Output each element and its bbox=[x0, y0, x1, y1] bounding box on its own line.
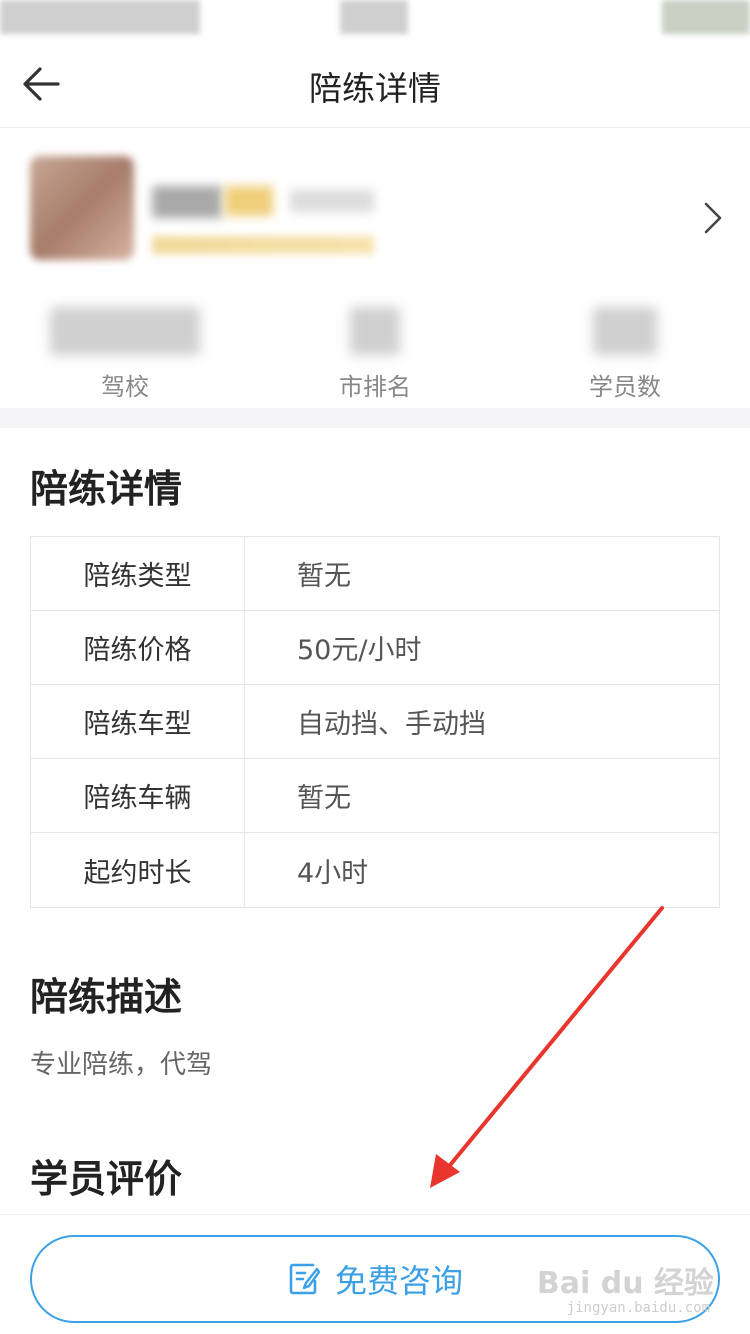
row-value: 暂无 bbox=[297, 561, 351, 592]
rating-stars-blurred bbox=[152, 236, 374, 254]
description-text: 专业陪练，代驾 bbox=[30, 1050, 213, 1080]
row-key: 陪练车型 bbox=[31, 685, 245, 758]
table-row: 陪练价格 50元/小时 bbox=[31, 611, 719, 685]
table-row: 陪练类型 暂无 bbox=[31, 537, 719, 611]
watermark-url: jingyan.baidu.com bbox=[566, 1300, 710, 1316]
detail-table: 陪练类型 暂无 陪练价格 50元/小时 陪练车型 自动挡、手动挡 陪练车辆 暂无… bbox=[30, 536, 720, 908]
stat-city-rank: 市排名 bbox=[250, 303, 500, 403]
status-bar bbox=[0, 0, 750, 40]
stat-driving-school: 驾校 bbox=[0, 303, 250, 403]
row-key: 陪练类型 bbox=[31, 537, 245, 610]
table-row: 起约时长 4小时 bbox=[31, 833, 719, 907]
row-value: 自动挡、手动挡 bbox=[297, 709, 486, 740]
chevron-right-icon bbox=[704, 202, 722, 234]
consult-label: 免费咨询 bbox=[334, 1262, 463, 1300]
detail-section-title: 陪练详情 bbox=[30, 467, 183, 511]
coach-profile-card[interactable]: 驾校 市排名 学员数 bbox=[0, 128, 750, 408]
profile-chevron[interactable] bbox=[698, 198, 726, 238]
status-bar-center-blur bbox=[340, 0, 408, 34]
table-row: 陪练车型 自动挡、手动挡 bbox=[31, 685, 719, 759]
row-key: 陪练价格 bbox=[31, 611, 245, 684]
section-divider bbox=[0, 408, 750, 428]
coach-stats: 驾校 市排名 学员数 bbox=[0, 303, 750, 403]
page-title: 陪练详情 bbox=[309, 69, 441, 108]
row-key: 陪练车辆 bbox=[31, 759, 245, 832]
nav-bar: 陪练详情 bbox=[0, 40, 750, 128]
row-value: 暂无 bbox=[297, 783, 351, 814]
table-row: 陪练车辆 暂无 bbox=[31, 759, 719, 833]
stat-value-blurred bbox=[593, 307, 657, 355]
coach-info-blurred bbox=[290, 190, 374, 212]
row-value: 4小时 bbox=[297, 857, 369, 889]
status-bar-left-blur bbox=[0, 0, 200, 34]
row-value: 50元/小时 bbox=[297, 635, 422, 666]
stat-value-blurred bbox=[350, 307, 400, 355]
status-bar-right-blur bbox=[662, 0, 750, 34]
watermark-brand: Bai du 经验 bbox=[536, 1266, 714, 1301]
avatar bbox=[30, 156, 134, 260]
row-key: 起约时长 bbox=[31, 833, 245, 907]
coach-name-blurred bbox=[152, 186, 222, 218]
stat-label: 驾校 bbox=[101, 373, 149, 401]
stat-student-count: 学员数 bbox=[500, 303, 750, 403]
edit-form-icon bbox=[289, 1263, 321, 1295]
reviews-section-title: 学员评价 bbox=[30, 1157, 183, 1201]
description-section-title: 陪练描述 bbox=[30, 975, 183, 1019]
stat-label: 学员数 bbox=[589, 373, 661, 401]
coach-badge-blurred bbox=[225, 186, 273, 216]
stat-label: 市排名 bbox=[339, 373, 411, 401]
stat-value-blurred bbox=[50, 307, 200, 355]
